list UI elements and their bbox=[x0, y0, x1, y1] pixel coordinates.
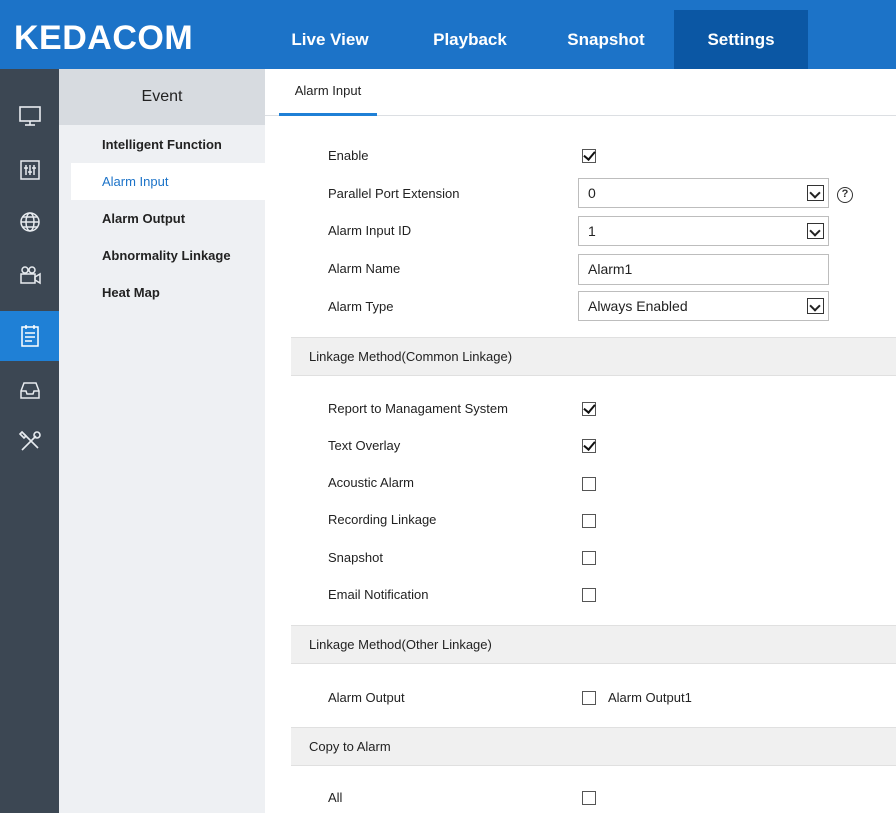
submenu-item-alarm-input[interactable]: Alarm Input bbox=[71, 163, 265, 200]
email-notification-checkbox[interactable] bbox=[582, 588, 596, 602]
alarm-name-input[interactable]: Alarm1 bbox=[578, 254, 829, 285]
content-tab-bar: Alarm Input bbox=[265, 69, 896, 116]
alarm-output1-label: Alarm Output1 bbox=[608, 690, 692, 705]
top-navigation-bar: KEDACOM Live View Playback Snapshot Sett… bbox=[0, 0, 896, 69]
common-linkage-header: Linkage Method(Common Linkage) bbox=[291, 337, 896, 376]
submenu-item-heat-map[interactable]: Heat Map bbox=[71, 274, 265, 311]
parallel-port-select[interactable]: 0 bbox=[578, 178, 829, 208]
alarm-output-label: Alarm Output bbox=[328, 690, 405, 705]
other-linkage-header: Linkage Method(Other Linkage) bbox=[291, 625, 896, 664]
copy-all-label: All bbox=[328, 790, 343, 805]
alarm-input-id-label: Alarm Input ID bbox=[328, 223, 412, 238]
monitor-icon bbox=[18, 106, 41, 126]
rail-item-network[interactable] bbox=[0, 199, 59, 245]
equalizer-icon bbox=[19, 160, 40, 180]
chevron-down-icon bbox=[807, 298, 824, 314]
copy-all-checkbox[interactable] bbox=[582, 791, 596, 805]
submenu-item-abnormality-linkage[interactable]: Abnormality Linkage bbox=[71, 237, 265, 274]
parallel-port-value: 0 bbox=[588, 185, 596, 201]
submenu-header: Event bbox=[59, 69, 265, 125]
tab-alarm-input[interactable]: Alarm Input bbox=[279, 69, 377, 116]
globe-icon bbox=[19, 212, 40, 232]
acoustic-alarm-checkbox[interactable] bbox=[582, 477, 596, 491]
alarm-type-select[interactable]: Always Enabled bbox=[578, 291, 829, 321]
storage-icon bbox=[19, 382, 40, 399]
parallel-port-label: Parallel Port Extension bbox=[328, 186, 460, 201]
rail-item-image[interactable] bbox=[0, 147, 59, 193]
linkage-label-snapshot: Snapshot bbox=[328, 550, 383, 565]
alarm-type-value: Always Enabled bbox=[588, 298, 688, 314]
icon-rail bbox=[0, 69, 59, 813]
help-icon[interactable]: ? bbox=[837, 187, 853, 203]
alarm-output1-checkbox[interactable] bbox=[582, 691, 596, 705]
alarm-input-id-select[interactable]: 1 bbox=[578, 216, 829, 246]
nav-snapshot[interactable]: Snapshot bbox=[546, 10, 666, 69]
linkage-label-recording: Recording Linkage bbox=[328, 512, 437, 527]
snapshot-checkbox[interactable] bbox=[582, 551, 596, 565]
alarm-type-label: Alarm Type bbox=[328, 299, 394, 314]
camera-icon bbox=[19, 266, 41, 285]
linkage-label-report: Report to Managament System bbox=[328, 401, 508, 416]
brand-logo: KEDACOM bbox=[14, 19, 194, 57]
linkage-label-text-overlay: Text Overlay bbox=[328, 438, 401, 453]
nav-settings[interactable]: Settings bbox=[674, 10, 808, 69]
rail-item-system[interactable] bbox=[0, 93, 59, 139]
rail-item-maintenance[interactable] bbox=[0, 419, 59, 465]
report-management-checkbox[interactable] bbox=[582, 402, 596, 416]
tools-icon bbox=[18, 430, 41, 451]
linkage-label-acoustic: Acoustic Alarm bbox=[328, 475, 414, 490]
event-submenu: Event Intelligent Function Alarm Input A… bbox=[59, 69, 265, 813]
chevron-down-icon bbox=[807, 223, 824, 239]
enable-label: Enable bbox=[328, 148, 369, 163]
alarm-name-label: Alarm Name bbox=[328, 261, 401, 276]
recording-linkage-checkbox[interactable] bbox=[582, 514, 596, 528]
nav-playback[interactable]: Playback bbox=[410, 10, 530, 69]
copy-to-alarm-header: Copy to Alarm bbox=[291, 727, 896, 766]
submenu-item-intelligent-function[interactable]: Intelligent Function bbox=[71, 126, 265, 163]
enable-checkbox[interactable] bbox=[582, 149, 596, 163]
linkage-label-email: Email Notification bbox=[328, 587, 429, 602]
chevron-down-icon bbox=[807, 185, 824, 201]
rail-item-video[interactable] bbox=[0, 252, 59, 298]
text-overlay-checkbox[interactable] bbox=[582, 439, 596, 453]
rail-item-event[interactable] bbox=[0, 311, 59, 361]
event-icon bbox=[20, 325, 39, 347]
submenu-item-alarm-output[interactable]: Alarm Output bbox=[71, 200, 265, 237]
alarm-input-id-value: 1 bbox=[588, 223, 596, 239]
nav-live-view[interactable]: Live View bbox=[270, 10, 390, 69]
rail-item-storage[interactable] bbox=[0, 367, 59, 413]
